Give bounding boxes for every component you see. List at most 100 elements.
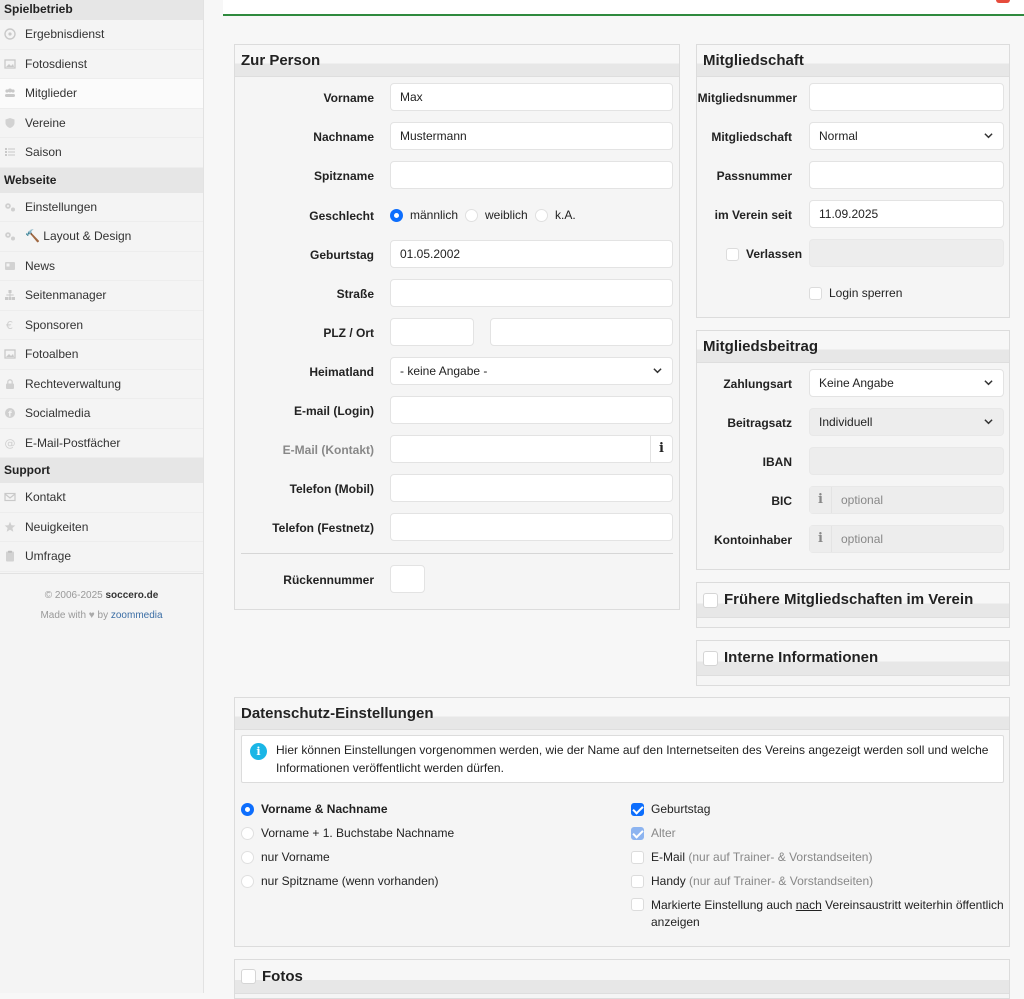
show-alter-option[interactable]: Alter <box>631 826 676 840</box>
heimatland-select[interactable]: - keine Angabe - <box>390 357 673 385</box>
spitzname-field[interactable] <box>390 161 673 189</box>
at-icon: @ <box>4 437 25 449</box>
alter-checkbox[interactable] <box>631 826 644 840</box>
show-handy-option[interactable]: Handy (nur auf Trainer- & Vorstandseiten… <box>631 874 873 888</box>
sidebar-item-kontakt[interactable]: Kontakt <box>0 483 203 513</box>
privacy-info-line1: Hier können Einstellungen vorgenommen we… <box>276 743 989 757</box>
panel-title[interactable]: Frühere Mitgliedschaften im Verein <box>697 583 1009 618</box>
verlassen-date-field <box>809 239 1004 267</box>
panel-former-memberships[interactable]: Frühere Mitgliedschaften im Verein <box>696 582 1010 628</box>
sidebar-item-mitglieder[interactable]: Mitglieder <box>0 79 203 109</box>
email-login-field[interactable] <box>390 396 673 424</box>
nachname-field[interactable]: Mustermann <box>390 122 673 150</box>
sidebar-item-neuigkeiten[interactable]: Neuigkeiten <box>0 513 203 542</box>
internal-title: Interne Informationen <box>724 649 879 666</box>
panel-internal-info[interactable]: Interne Informationen <box>696 640 1010 686</box>
info-icon[interactable]: i <box>650 436 672 462</box>
name-option-firstname[interactable]: nur Vorname <box>241 850 330 864</box>
gender-male-radio[interactable] <box>390 208 403 222</box>
show-geburtstag-option[interactable]: Geburtstag <box>631 802 710 816</box>
name-option-radio[interactable] <box>241 802 254 816</box>
vorname-field[interactable]: Max <box>390 83 673 111</box>
bic-field[interactable]: i optional <box>809 486 1004 514</box>
sidebar-item-label: E-Mail-Postfächer <box>25 435 121 450</box>
shield-icon <box>4 117 25 129</box>
panel-title: Datenschutz-Einstellungen <box>235 698 1009 730</box>
bic-placeholder: optional <box>841 493 884 507</box>
sidebar-item-fotoalben[interactable]: Fotoalben <box>0 340 203 370</box>
sidebar-item-saison[interactable]: Saison <box>0 138 203 168</box>
sidebar-item-email-postfaecher[interactable]: @ E-Mail-Postfächer <box>0 429 203 458</box>
rueckennummer-label: Rückennummer <box>283 573 374 587</box>
verlassen-checkbox[interactable] <box>726 247 739 261</box>
brand-text: soccero.de <box>105 589 159 601</box>
verlassen-option[interactable]: Verlassen <box>726 247 802 261</box>
sidebar-item-label: Ergebnisdienst <box>25 27 105 42</box>
geburtstag-label: Geburtstag <box>309 248 374 262</box>
ort-field[interactable] <box>490 318 673 346</box>
mitgliedschaft-select[interactable]: Normal <box>809 122 1004 150</box>
bic-label: BIC <box>771 494 792 508</box>
panel-title[interactable]: Interne Informationen <box>697 641 1009 676</box>
name-option-full[interactable]: Vorname & Nachname <box>241 802 388 816</box>
sidebar-item-news[interactable]: News <box>0 252 203 281</box>
sidebar-item-einstellungen[interactable]: Einstellungen <box>0 193 203 222</box>
email-kontakt-field[interactable]: i <box>390 435 673 463</box>
sidebar-item-sponsoren[interactable]: € Sponsoren <box>0 311 203 340</box>
sidebar-item-ergebnisdienst[interactable]: Ergebnisdienst <box>0 20 203 50</box>
gender-female-radio[interactable] <box>465 208 478 222</box>
gender-female-option[interactable]: weiblich <box>465 208 528 222</box>
show-after-exit-option[interactable]: Markierte Einstellung auch nach Vereinsa… <box>631 897 1004 931</box>
info-icon[interactable]: i <box>810 526 832 552</box>
sidebar-section-spielbetrieb: Spielbetrieb <box>0 0 203 20</box>
chevron-down-icon <box>984 133 993 139</box>
handy-checkbox[interactable] <box>631 874 644 888</box>
notification-badge[interactable] <box>996 0 1010 3</box>
name-option-nickname[interactable]: nur Spitzname (wenn vorhanden) <box>241 874 438 888</box>
iban-field[interactable] <box>809 447 1004 475</box>
collapse-checkbox[interactable] <box>703 650 718 666</box>
sidebar-item-fotosdienst[interactable]: Fotosdienst <box>0 50 203 79</box>
company-link[interactable]: zoommedia <box>111 610 163 621</box>
sidebar-item-seitenmanager[interactable]: Seitenmanager <box>0 281 203 311</box>
sidebar-item-vereine[interactable]: Vereine <box>0 109 203 138</box>
name-option-radio[interactable] <box>241 874 254 888</box>
rueckennummer-field[interactable] <box>390 565 425 593</box>
sidebar-item-socialmedia[interactable]: f Socialmedia <box>0 399 203 429</box>
name-option-initial[interactable]: Vorname + 1. Buchstabe Nachname <box>241 826 454 840</box>
collapse-checkbox[interactable] <box>241 969 256 984</box>
name-option-radio[interactable] <box>241 826 254 840</box>
telefon-mobil-field[interactable] <box>390 474 673 502</box>
kontoinhaber-field[interactable]: i optional <box>809 525 1004 553</box>
beitragsatz-select[interactable]: Individuell <box>809 408 1004 436</box>
passnummer-field[interactable] <box>809 161 1004 189</box>
panel-fotos[interactable]: Fotos <box>234 959 1010 999</box>
users-icon <box>4 87 25 99</box>
sidebar-item-umfrage[interactable]: Umfrage <box>0 542 203 572</box>
login-sperren-checkbox[interactable] <box>809 286 822 300</box>
show-email-option[interactable]: E-Mail (nur auf Trainer- & Vorstandseite… <box>631 850 872 864</box>
im-verein-seit-field[interactable]: 11.09.2025 <box>809 200 1004 228</box>
strasse-field[interactable] <box>390 279 673 307</box>
zahlungsart-select[interactable]: Keine Angabe <box>809 369 1004 397</box>
login-sperren-option[interactable]: Login sperren <box>809 286 902 300</box>
gender-ka-option[interactable]: k.A. <box>535 208 576 222</box>
gender-ka-radio[interactable] <box>535 208 548 222</box>
collapse-checkbox[interactable] <box>703 592 718 608</box>
after-exit-checkbox[interactable] <box>631 898 644 911</box>
name-option-radio[interactable] <box>241 850 254 864</box>
gender-male-option[interactable]: männlich <box>390 208 458 222</box>
plz-field[interactable] <box>390 318 474 346</box>
sidebar-item-layout-design[interactable]: 🔨 Layout & Design <box>0 222 203 252</box>
email-checkbox[interactable] <box>631 850 644 864</box>
geburtstag-checkbox[interactable] <box>631 802 644 816</box>
panel-title[interactable]: Fotos <box>235 960 1009 994</box>
telefon-festnetz-field[interactable] <box>390 513 673 541</box>
info-icon[interactable]: i <box>810 487 832 513</box>
list-icon <box>4 146 25 158</box>
mitgliedsnummer-field[interactable] <box>809 83 1004 111</box>
telefon-mobil-label: Telefon (Mobil) <box>289 482 374 496</box>
sidebar-item-rechteverwaltung[interactable]: Rechteverwaltung <box>0 370 203 399</box>
geburtstag-field[interactable]: 01.05.2002 <box>390 240 673 268</box>
sidebar-section-webseite: Webseite <box>0 167 203 193</box>
